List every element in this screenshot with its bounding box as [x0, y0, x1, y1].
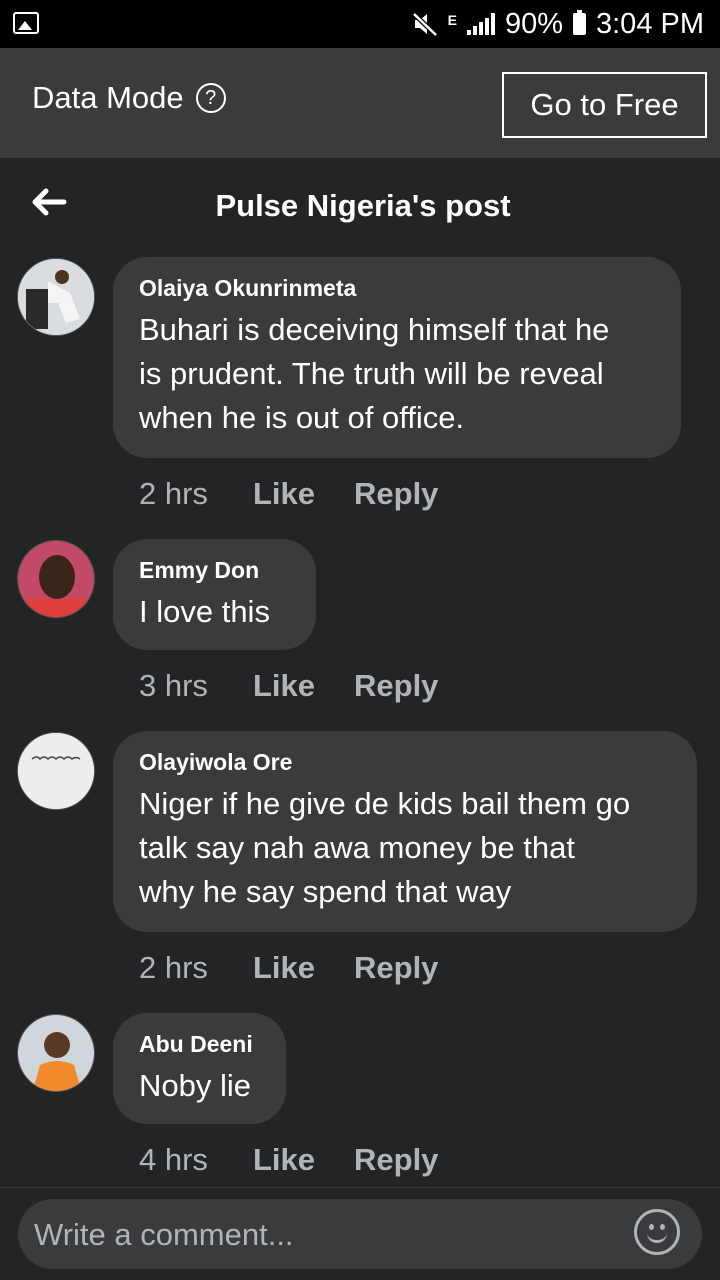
- comment-time: 3 hrs: [139, 668, 208, 703]
- comment-line: why he say spend that way: [139, 874, 512, 909]
- composer-divider: [0, 1187, 720, 1188]
- comment-line: Noby lie: [139, 1068, 251, 1103]
- comment-line: when he is out of office.: [139, 400, 465, 435]
- comment-actions: 4 hrs Like Reply: [139, 1142, 438, 1178]
- like-button[interactable]: Like: [253, 1142, 354, 1178]
- network-type: E: [447, 12, 457, 28]
- comment-author[interactable]: Olayiwola Ore: [139, 749, 671, 776]
- battery-icon: [573, 10, 586, 35]
- data-mode-text: Data Mode: [32, 80, 184, 115]
- data-mode-bar: Data Mode ? Go to Free: [0, 48, 720, 158]
- signal-icon: [466, 13, 495, 35]
- clock: 3:04 PM: [596, 7, 704, 40]
- comment-actions: 2 hrs Like Reply: [139, 950, 438, 986]
- comment-input[interactable]: Write a comment...: [18, 1199, 702, 1269]
- comment-bubble: Olayiwola Ore Niger if he give de kids b…: [113, 731, 697, 932]
- comment-author[interactable]: Abu Deeni: [139, 1031, 260, 1058]
- reply-button[interactable]: Reply: [354, 1142, 438, 1178]
- post-header: Pulse Nigeria's post: [0, 158, 720, 250]
- avatar-image: [18, 541, 94, 617]
- reply-button[interactable]: Reply: [354, 668, 438, 704]
- data-mode-label: Data Mode ?: [32, 80, 226, 116]
- comment-line: is prudent. The truth will be reveal: [139, 356, 604, 391]
- mute-icon: [411, 12, 438, 37]
- comment-line: Niger if he give de kids bail them go: [139, 786, 631, 821]
- comment-line: Buhari is deceiving himself that he: [139, 312, 610, 347]
- avatar[interactable]: [17, 258, 95, 336]
- battery-percent: 90%: [504, 7, 563, 40]
- comment-time: 4 hrs: [139, 1142, 208, 1177]
- like-button[interactable]: Like: [253, 476, 354, 512]
- page-title: Pulse Nigeria's post: [215, 188, 511, 223]
- comment-text: Buhari is deceiving himself that he is p…: [139, 308, 655, 440]
- comment-author[interactable]: Olaiya Okunrinmeta: [139, 275, 655, 302]
- comment-placeholder: Write a comment...: [34, 1217, 294, 1252]
- comment-text: Noby lie: [139, 1064, 260, 1108]
- emoji-icon[interactable]: [634, 1209, 680, 1255]
- comment-author[interactable]: Emmy Don: [139, 557, 290, 584]
- comment-bubble: Olaiya Okunrinmeta Buhari is deceiving h…: [113, 257, 681, 458]
- comment-line: I love this: [139, 594, 270, 629]
- like-button[interactable]: Like: [253, 668, 354, 704]
- avatar[interactable]: [17, 1014, 95, 1092]
- avatar[interactable]: [17, 540, 95, 618]
- avatar[interactable]: [17, 732, 95, 810]
- reply-button[interactable]: Reply: [354, 476, 438, 512]
- reply-button[interactable]: Reply: [354, 950, 438, 986]
- avatar-image: [18, 259, 94, 335]
- comment-actions: 3 hrs Like Reply: [139, 668, 438, 704]
- gallery-notification-icon: [13, 12, 39, 34]
- comment-bubble: Abu Deeni Noby lie: [113, 1013, 286, 1124]
- help-icon[interactable]: ?: [195, 83, 226, 113]
- comment-actions: 2 hrs Like Reply: [139, 476, 438, 512]
- like-button[interactable]: Like: [253, 950, 354, 986]
- status-bar: E 90% 3:04 PM: [0, 0, 720, 48]
- comment-time: 2 hrs: [139, 950, 208, 985]
- comment-text: I love this: [139, 590, 290, 634]
- comment-line: talk say nah awa money be that: [139, 830, 575, 865]
- avatar-image: [18, 1015, 94, 1091]
- comment-text: Niger if he give de kids bail them go ta…: [139, 782, 671, 914]
- comment-bubble: Emmy Don I love this: [113, 539, 316, 650]
- go-to-free-button[interactable]: Go to Free: [502, 72, 707, 138]
- status-bar-right: E 90% 3:04 PM: [411, 0, 704, 48]
- avatar-image: [18, 733, 94, 809]
- comment-time: 2 hrs: [139, 476, 208, 511]
